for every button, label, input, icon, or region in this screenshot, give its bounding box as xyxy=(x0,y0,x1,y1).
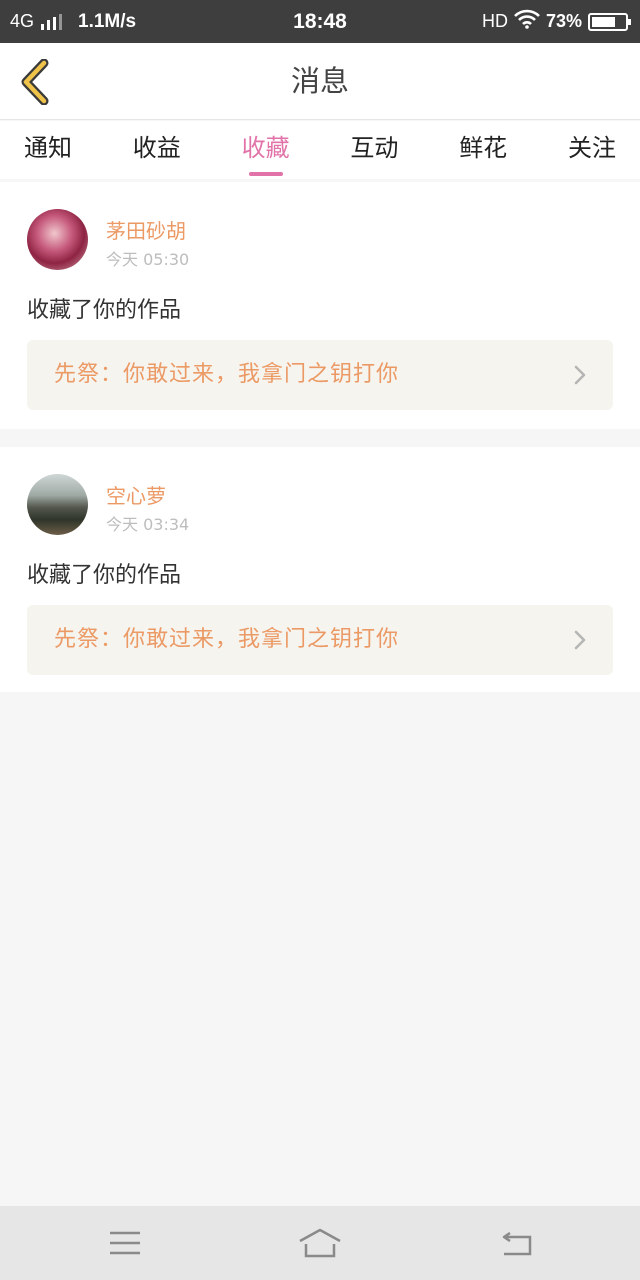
menu-button[interactable] xyxy=(103,1223,147,1263)
header: 消息 xyxy=(0,43,640,120)
menu-icon xyxy=(110,1231,140,1255)
avatar[interactable] xyxy=(27,209,88,270)
action-text: 收藏了你的作品 xyxy=(27,298,182,323)
wifi-icon xyxy=(514,9,540,34)
tab-interactions[interactable]: 互动 xyxy=(350,121,398,179)
work-link[interactable]: 先祭：你敢过来，我拿门之钥打你 xyxy=(27,340,613,410)
message-card: 空心萝 今天 03:34 收藏了你的作品 先祭：你敢过来，我拿门之钥打你 xyxy=(0,447,640,692)
tab-flowers[interactable]: 鲜花 xyxy=(459,121,507,179)
tab-notifications[interactable]: 通知 xyxy=(24,121,72,179)
battery-icon xyxy=(588,12,631,31)
tab-earnings[interactable]: 收益 xyxy=(133,121,181,179)
avatar[interactable] xyxy=(27,474,88,535)
chevron-right-icon xyxy=(574,630,586,650)
tab-favorites[interactable]: 收藏 xyxy=(242,121,290,179)
message-card: 茅田砂胡 今天 05:30 收藏了你的作品 先祭：你敢过来，我拿门之钥打你 xyxy=(0,182,640,429)
work-title: 先祭：你敢过来，我拿门之钥打你 xyxy=(54,627,400,652)
work-title: 先祭：你敢过来，我拿门之钥打你 xyxy=(54,362,400,387)
user-name[interactable]: 空心萝 xyxy=(106,480,166,509)
home-icon xyxy=(299,1228,341,1258)
status-right: HD 73% xyxy=(481,0,631,43)
hd-indicator: HD xyxy=(481,11,508,31)
status-bar: 4G 1.1M/s 18:48 HD 73% xyxy=(0,0,640,43)
battery-percent: 73% xyxy=(545,11,582,31)
return-button[interactable] xyxy=(494,1223,538,1263)
tab-bar: 通知 收益 收藏 互动 鲜花 关注 xyxy=(0,121,640,179)
tab-follows[interactable]: 关注 xyxy=(568,121,616,179)
user-name[interactable]: 茅田砂胡 xyxy=(106,215,186,244)
battery-level-fill xyxy=(592,16,616,27)
system-nav-bar xyxy=(0,1206,640,1280)
return-icon xyxy=(502,1231,532,1256)
message-time: 今天 05:30 xyxy=(106,250,190,269)
home-button[interactable] xyxy=(298,1223,342,1263)
action-text: 收藏了你的作品 xyxy=(27,563,182,588)
chevron-right-icon xyxy=(574,365,586,385)
message-time: 今天 03:34 xyxy=(106,515,190,534)
work-link[interactable]: 先祭：你敢过来，我拿门之钥打你 xyxy=(27,605,613,675)
page-title: 消息 xyxy=(290,64,349,98)
